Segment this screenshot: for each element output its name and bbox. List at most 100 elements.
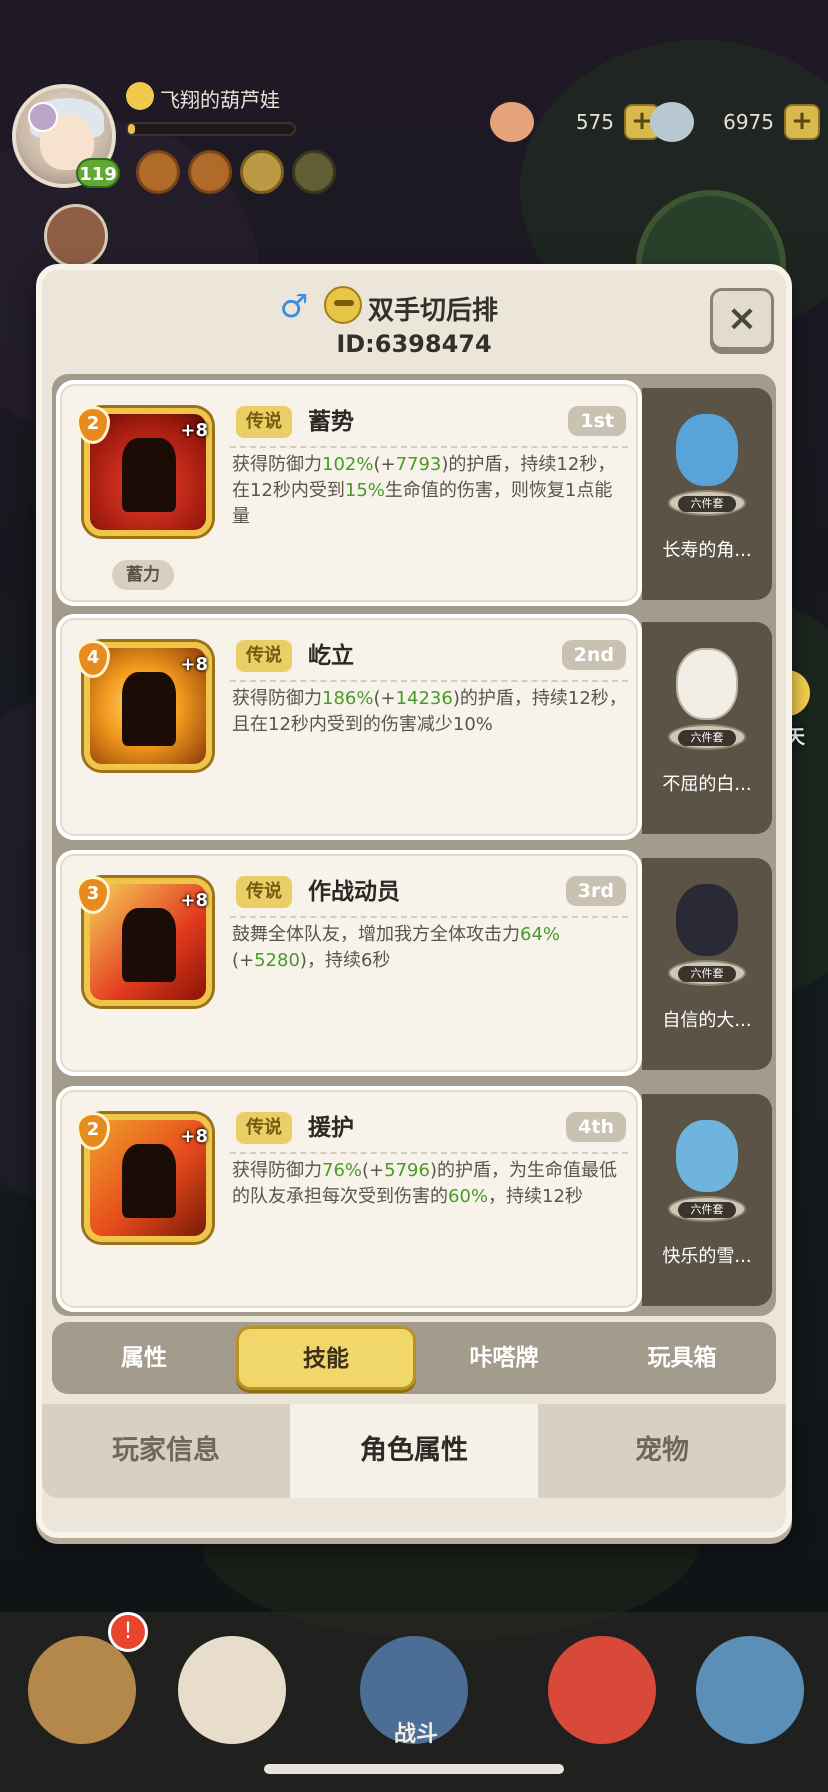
highlight-value: 60% — [448, 1186, 489, 1207]
bell-icon: ! — [108, 1612, 148, 1652]
costume-figure: 六件套 — [662, 876, 752, 986]
set-label: 六件套 — [678, 966, 736, 982]
desc-text: (+ — [373, 454, 396, 475]
currency-pearls-value: 6975 — [723, 110, 774, 134]
skill-card[interactable]: 2 +8 传说 援护 4th 获得防御力76%(+5796)的护盾，为生命值最低… — [56, 1086, 642, 1312]
highlight-value: 64% — [520, 924, 561, 945]
highlight-value: 15% — [344, 480, 385, 501]
highlight-value: 5280 — [254, 950, 300, 971]
player-level-badge: 119 — [76, 158, 120, 188]
tab-character-attributes[interactable]: 角色属性 — [290, 1404, 538, 1498]
costume-name: 快乐的雪... — [662, 1246, 752, 1267]
skill-name: 屹立 — [308, 643, 354, 669]
buff-badge-icon[interactable] — [292, 150, 336, 194]
desc-text: 鼓舞全体队友，增加我方全体攻击力 — [232, 924, 520, 945]
nav-hero-2[interactable] — [178, 1636, 286, 1744]
experience-bar — [126, 122, 296, 136]
highlight-value: 7793 — [395, 454, 442, 475]
subtab-skills[interactable]: 技能 — [236, 1326, 416, 1390]
skill-rank: 2nd — [561, 640, 626, 670]
skill-description: 获得防御力76%(+5796)的护盾，为生命值最低的队友承担每次受到伤害的60%… — [232, 1158, 628, 1210]
skill-icon[interactable]: 2 +8 — [76, 406, 212, 536]
costume-card[interactable]: 六件套 长寿的角... — [642, 388, 772, 600]
settings-gear-icon[interactable] — [28, 102, 58, 132]
currency-shells-value: 575 — [575, 110, 614, 134]
skill-row: 2 +8 传说 援护 4th 获得防御力76%(+5796)的护盾，为生命值最低… — [56, 1086, 772, 1312]
skill-row: 2 +8 传说 蓄势 1st 获得防御力102%(+7793)的护盾，持续12秒… — [56, 380, 772, 606]
costume-name: 自信的大... — [662, 1010, 752, 1031]
skill-rank: 1st — [568, 406, 626, 436]
nav-shop-icon[interactable] — [696, 1636, 804, 1744]
add-pearls-button[interactable]: + — [784, 104, 820, 140]
buff-badge-icon[interactable] — [240, 150, 284, 194]
skill-bonus: +8 — [180, 890, 208, 911]
rarity-tag: 传说 — [236, 406, 292, 438]
character-panel: ♂ 双手切后排 ID:6398474 × 2 +8 传说 蓄势 1st 获得防御… — [36, 264, 792, 1538]
close-button[interactable]: × — [710, 288, 774, 350]
skill-name: 作战动员 — [308, 879, 400, 905]
desc-text: (+ — [373, 688, 396, 709]
buff-badges — [136, 150, 336, 194]
shell-fish-icon — [490, 102, 534, 142]
skill-card[interactable]: 3 +8 传说 作战动员 3rd 鼓舞全体队友，增加我方全体攻击力64% (+52… — [56, 850, 642, 1076]
desc-text: 获得防御力 — [232, 454, 322, 475]
skill-name: 援护 — [308, 1115, 354, 1141]
buff-badge-icon[interactable] — [136, 150, 180, 194]
desc-text: 获得防御力 — [232, 688, 322, 709]
skill-card[interactable]: 2 +8 传说 蓄势 1st 获得防御力102%(+7793)的护盾，持续12秒… — [56, 380, 642, 606]
pearl-shell-icon — [650, 102, 694, 142]
tab-player-info[interactable]: 玩家信息 — [42, 1404, 290, 1498]
skill-row: 4 +8 传说 屹立 2nd 获得防御力186%(+14236)的护盾，持续12… — [56, 614, 772, 840]
desc-text: 获得防御力 — [232, 1160, 322, 1181]
skill-card[interactable]: 4 +8 传说 屹立 2nd 获得防御力186%(+14236)的护盾，持续12… — [56, 614, 642, 840]
male-gender-icon: ♂ — [279, 287, 309, 325]
skill-list[interactable]: 2 +8 传说 蓄势 1st 获得防御力102%(+7793)的护盾，持续12秒… — [52, 374, 776, 1316]
top-hud: 119 飞翔的葫芦娃 575 + 6975 + — [0, 70, 828, 340]
skill-row: 3 +8 传说 作战动员 3rd 鼓舞全体队友，增加我方全体攻击力64% (+52… — [56, 850, 772, 1076]
emoji-face-icon — [126, 82, 154, 110]
costume-figure: 六件套 — [662, 640, 752, 750]
buff-badge-icon[interactable] — [188, 150, 232, 194]
costume-name: 长寿的角... — [662, 540, 752, 561]
skill-description: 鼓舞全体队友，增加我方全体攻击力64% (+5280)，持续6秒 — [232, 922, 628, 974]
highlight-value: 186% — [322, 688, 374, 709]
costume-name: 不屈的白... — [662, 774, 752, 795]
main-tab-bar: 玩家信息 角色属性 宠物 — [42, 1404, 786, 1498]
desc-text: ，持续12秒 — [488, 1186, 583, 1207]
set-label: 六件套 — [678, 730, 736, 746]
costume-card[interactable]: 六件套 快乐的雪... — [642, 1094, 772, 1306]
subtab-toybox[interactable]: 玩具箱 — [592, 1322, 772, 1394]
costume-card[interactable]: 六件套 自信的大... — [642, 858, 772, 1070]
highlight-value: 102% — [322, 454, 374, 475]
desc-text: (+ — [232, 950, 255, 971]
experience-bar-fill — [128, 124, 135, 134]
nav-hero-3[interactable] — [548, 1636, 656, 1744]
desc-text: (+ — [362, 1160, 385, 1181]
skill-rank: 3rd — [565, 876, 626, 906]
sub-tab-bar: 属性 技能 咔嗒牌 玩具箱 — [52, 1322, 776, 1394]
rarity-tag: 传说 — [236, 640, 292, 672]
tab-pets[interactable]: 宠物 — [538, 1404, 786, 1498]
skill-icon[interactable]: 4 +8 — [76, 640, 212, 770]
skill-icon[interactable]: 2 +8 — [76, 1112, 212, 1242]
highlight-value: 76% — [322, 1160, 363, 1181]
skill-description: 获得防御力102%(+7793)的护盾，持续12秒，在12秒内受到15%生命值的… — [232, 452, 628, 530]
skill-extra-tag: 蓄力 — [112, 560, 174, 590]
character-id: ID:6398474 — [336, 330, 492, 358]
secondary-avatar[interactable] — [44, 204, 108, 268]
skill-icon[interactable]: 3 +8 — [76, 876, 212, 1006]
nav-hero-1[interactable] — [28, 1636, 136, 1744]
subtab-cards[interactable]: 咔嗒牌 — [414, 1322, 594, 1394]
nav-battle-label: 战斗 — [393, 1722, 438, 1747]
panel-header: ♂ 双手切后排 ID:6398474 × — [42, 270, 786, 366]
skill-description: 获得防御力186%(+14236)的护盾，持续12秒，且在12秒内受到的伤害减少… — [232, 686, 628, 738]
currency-shells: 575 + — [490, 102, 660, 142]
costume-card[interactable]: 六件套 不屈的白... — [642, 622, 772, 834]
subtab-attributes[interactable]: 属性 — [54, 1322, 234, 1394]
rarity-tag: 传说 — [236, 1112, 292, 1144]
highlight-value: 14236 — [395, 688, 453, 709]
costume-figure: 六件套 — [662, 406, 752, 516]
home-indicator — [264, 1764, 564, 1774]
highlight-value: 5796 — [384, 1160, 430, 1181]
desc-text: )，持续6秒 — [299, 950, 391, 971]
